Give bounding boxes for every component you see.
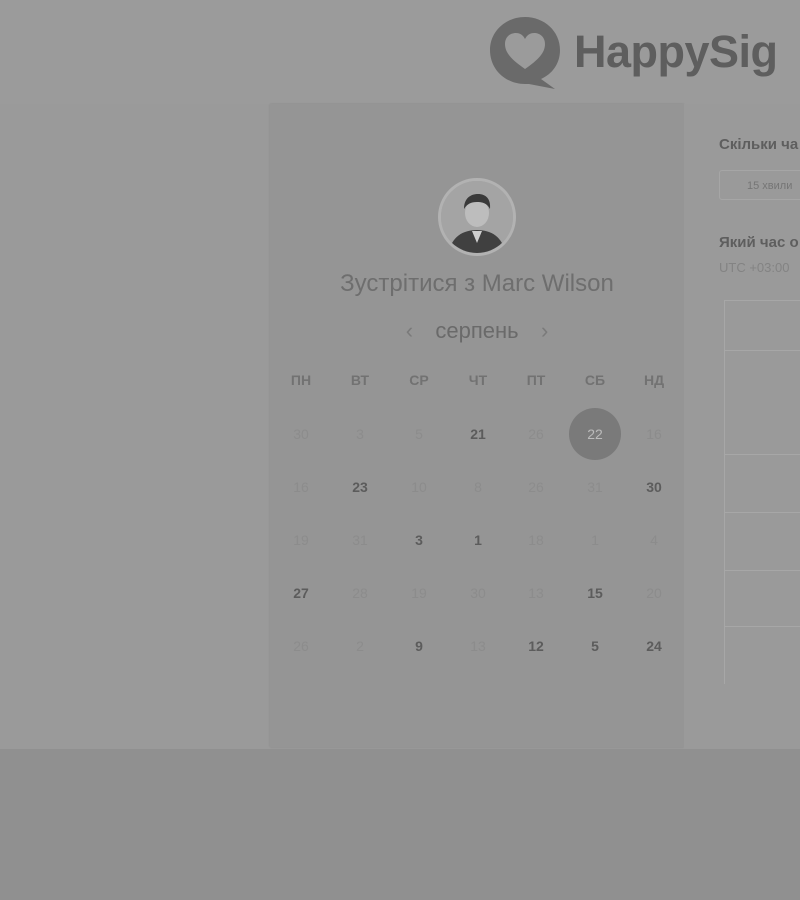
calendar-day: 5 xyxy=(415,426,423,442)
time-slot[interactable] xyxy=(724,300,800,350)
time-slot[interactable] xyxy=(724,512,800,570)
meeting-title: Зустрітися з Marc Wilson xyxy=(340,270,614,297)
calendar-day[interactable]: 30 xyxy=(634,476,674,498)
calendar-day: 13 xyxy=(528,585,544,601)
calendar-day[interactable]: 27 xyxy=(281,582,321,604)
heart-bubble-icon xyxy=(490,17,560,89)
booking-options-panel: Скільки ча 15 хвили Який час о UTC +03:0… xyxy=(684,104,800,749)
calendar-day: 8 xyxy=(474,479,482,495)
calendar-day: 26 xyxy=(293,638,309,654)
brand-name: HappySig xyxy=(574,26,778,77)
calendar-day: 31 xyxy=(587,479,603,495)
time-slot[interactable] xyxy=(724,350,800,454)
page: HappySig Зустрітися з Marc Wilson ‹ серп… xyxy=(0,0,800,900)
calendar-day[interactable]: 5 xyxy=(575,635,615,657)
weekday-label: ЧТ xyxy=(468,372,488,388)
calendar-day: 20 xyxy=(646,585,662,601)
calendar-day: 16 xyxy=(646,426,662,442)
calendar-day[interactable]: 15 xyxy=(575,582,615,604)
calendar-day: 30 xyxy=(470,585,486,601)
calendar-day: 28 xyxy=(352,585,368,601)
weekday-header: ПН ВТ СР ЧТ ПТ СБ НД xyxy=(270,372,684,392)
calendar-day[interactable]: 21 xyxy=(458,423,498,445)
weekday-label: СР xyxy=(409,372,429,388)
chevron-left-icon[interactable]: ‹ xyxy=(401,320,417,342)
time-slot[interactable] xyxy=(724,570,800,626)
weekday-label: НД xyxy=(643,372,665,388)
calendar-day: 2 xyxy=(356,638,364,654)
brand-logo[interactable]: HappySig xyxy=(486,12,778,92)
time-slot[interactable] xyxy=(724,454,800,512)
selected-day[interactable]: 22 xyxy=(569,408,621,460)
calendar-day[interactable]: 12 xyxy=(516,635,556,657)
time-label: Який час о xyxy=(719,234,799,251)
footer-area xyxy=(0,749,800,900)
calendar-day[interactable]: 9 xyxy=(399,635,439,657)
calendar-day[interactable]: 1 xyxy=(458,529,498,551)
calendar-day: 13 xyxy=(470,638,486,654)
month-label: серпень xyxy=(435,318,519,343)
calendar-day: 10 xyxy=(411,479,427,495)
calendar-day[interactable]: 24 xyxy=(634,635,674,657)
weekday-label: СБ xyxy=(584,372,606,388)
month-navigation: ‹ серпень › xyxy=(270,316,684,346)
timezone-label: UTC +03:00 xyxy=(719,260,790,275)
calendar-day: 18 xyxy=(528,532,544,548)
calendar-day: 19 xyxy=(411,585,427,601)
duration-label: Скільки ча xyxy=(719,136,799,153)
calendar-day: 1 xyxy=(591,532,599,548)
calendar-day: 30 xyxy=(293,426,309,442)
duration-select[interactable]: 15 хвили xyxy=(719,170,800,200)
chevron-right-icon[interactable]: › xyxy=(537,320,553,342)
calendar-day[interactable]: 3 xyxy=(399,529,439,551)
calendar-day: 26 xyxy=(528,479,544,495)
booking-calendar-card: Зустрітися з Marc Wilson ‹ серпень › ПН В… xyxy=(270,104,684,747)
time-slot[interactable] xyxy=(724,626,800,684)
avatar xyxy=(438,178,516,256)
calendar-day: 4 xyxy=(650,532,658,548)
calendar-day: 31 xyxy=(352,532,368,548)
calendar-day: 3 xyxy=(356,426,364,442)
calendar-day: 26 xyxy=(528,426,544,442)
calendar-day[interactable]: 23 xyxy=(340,476,380,498)
calendar-day: 19 xyxy=(293,532,309,548)
weekday-label: ПН xyxy=(290,372,312,388)
weekday-label: ПТ xyxy=(526,372,546,388)
weekday-label: ВТ xyxy=(350,372,370,388)
calendar-day: 16 xyxy=(293,479,309,495)
